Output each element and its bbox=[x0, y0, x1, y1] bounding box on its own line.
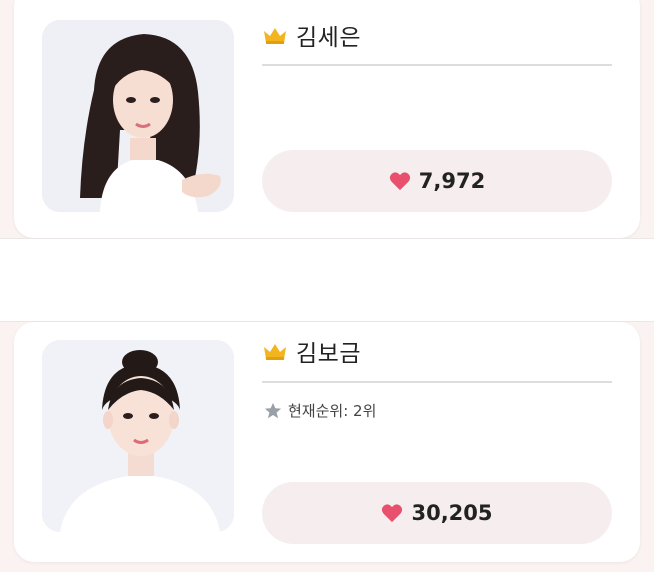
vote-count: 30,205 bbox=[411, 501, 493, 525]
current-rank: 현재순위: 2위 bbox=[288, 402, 377, 420]
crown-icon bbox=[264, 344, 286, 360]
star-icon bbox=[264, 402, 282, 418]
name-row: 김세은 bbox=[262, 18, 361, 52]
member-name: 김보금 bbox=[296, 341, 361, 367]
member-card[interactable]: 김보금 현재순위: 2위 30,205 bbox=[14, 322, 640, 562]
member-card[interactable]: 김세은 7,972 bbox=[14, 0, 640, 238]
divider bbox=[262, 64, 612, 66]
separator bbox=[0, 238, 654, 322]
vote-button[interactable]: 30,205 bbox=[262, 482, 612, 544]
vote-count: 7,972 bbox=[418, 169, 486, 193]
name-row: 김보금 bbox=[262, 334, 361, 368]
crown-icon bbox=[264, 28, 286, 44]
member-photo bbox=[42, 20, 234, 212]
divider bbox=[262, 381, 612, 383]
heart-icon bbox=[382, 504, 403, 523]
heart-icon bbox=[389, 172, 410, 191]
vote-button[interactable]: 7,972 bbox=[262, 150, 612, 212]
member-photo bbox=[42, 340, 234, 532]
member-name: 김세은 bbox=[296, 25, 361, 51]
rank-row: 현재순위: 2위 bbox=[264, 400, 376, 421]
